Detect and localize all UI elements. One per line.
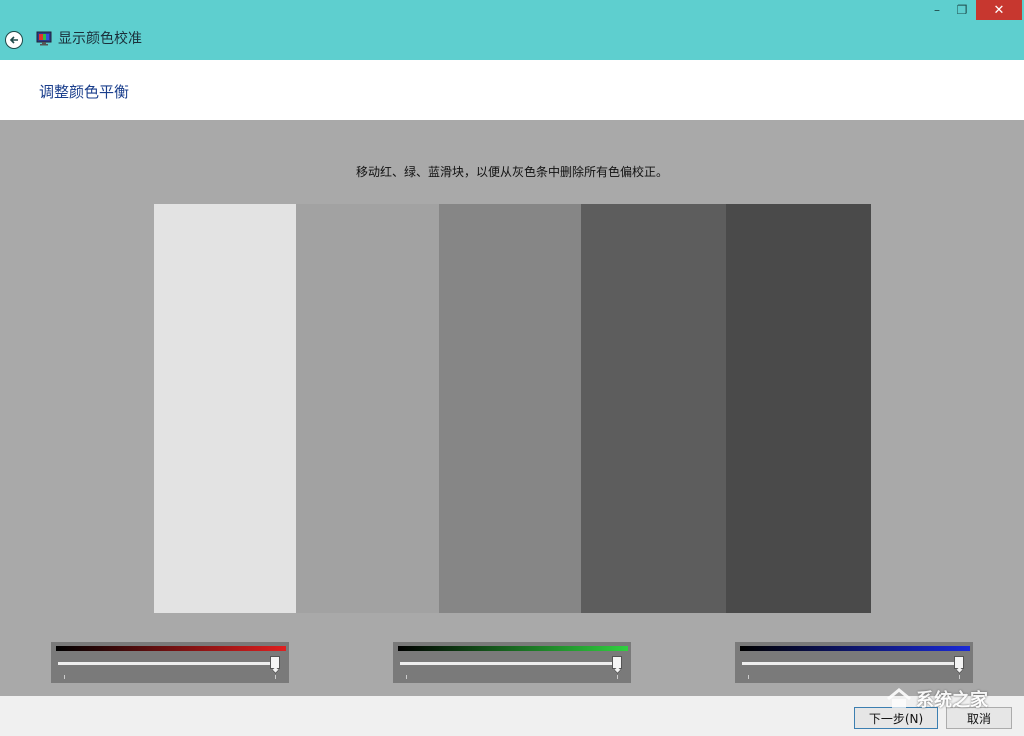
window-title: 显示颜色校准 <box>58 31 142 47</box>
gray-bar <box>581 204 726 613</box>
page-title: 调整颜色平衡 <box>39 83 130 101</box>
watermark: 系统之家 <box>886 686 988 712</box>
gray-bar <box>296 204 439 613</box>
green-gradient <box>398 646 628 651</box>
green-slider[interactable] <box>393 642 631 683</box>
gray-bar <box>726 204 871 613</box>
slider-tick <box>748 675 749 679</box>
slider-track[interactable] <box>742 662 959 665</box>
slider-tick <box>617 675 618 679</box>
slider-tick <box>959 675 960 679</box>
gray-bar <box>439 204 581 613</box>
slider-track[interactable] <box>58 662 275 665</box>
slider-tick <box>406 675 407 679</box>
instruction-text: 移动红、绿、蓝滑块，以便从灰色条中删除所有色偏校正。 <box>355 165 668 179</box>
red-slider[interactable] <box>51 642 289 683</box>
close-button[interactable]: ✕ <box>976 0 1022 20</box>
minimize-button[interactable]: – <box>924 0 950 20</box>
back-arrow-icon <box>9 36 18 44</box>
page-header <box>0 60 1024 120</box>
red-gradient <box>56 646 286 651</box>
slider-thumb[interactable] <box>954 656 964 669</box>
back-button[interactable] <box>5 31 23 49</box>
gray-bars <box>154 204 871 613</box>
watermark-text: 系统之家 <box>916 690 988 711</box>
monitor-icon <box>36 31 52 46</box>
restore-button[interactable]: ❐ <box>950 0 974 20</box>
slider-thumb[interactable] <box>612 656 622 669</box>
house-logo-icon <box>887 688 911 708</box>
title-bar: – ❐ ✕ 显示颜色校准 <box>0 0 1024 60</box>
blue-gradient <box>740 646 970 651</box>
slider-tick <box>64 675 65 679</box>
slider-thumb[interactable] <box>270 656 280 669</box>
gray-bar <box>154 204 296 613</box>
blue-slider[interactable] <box>735 642 973 683</box>
slider-track[interactable] <box>400 662 617 665</box>
slider-tick <box>275 675 276 679</box>
